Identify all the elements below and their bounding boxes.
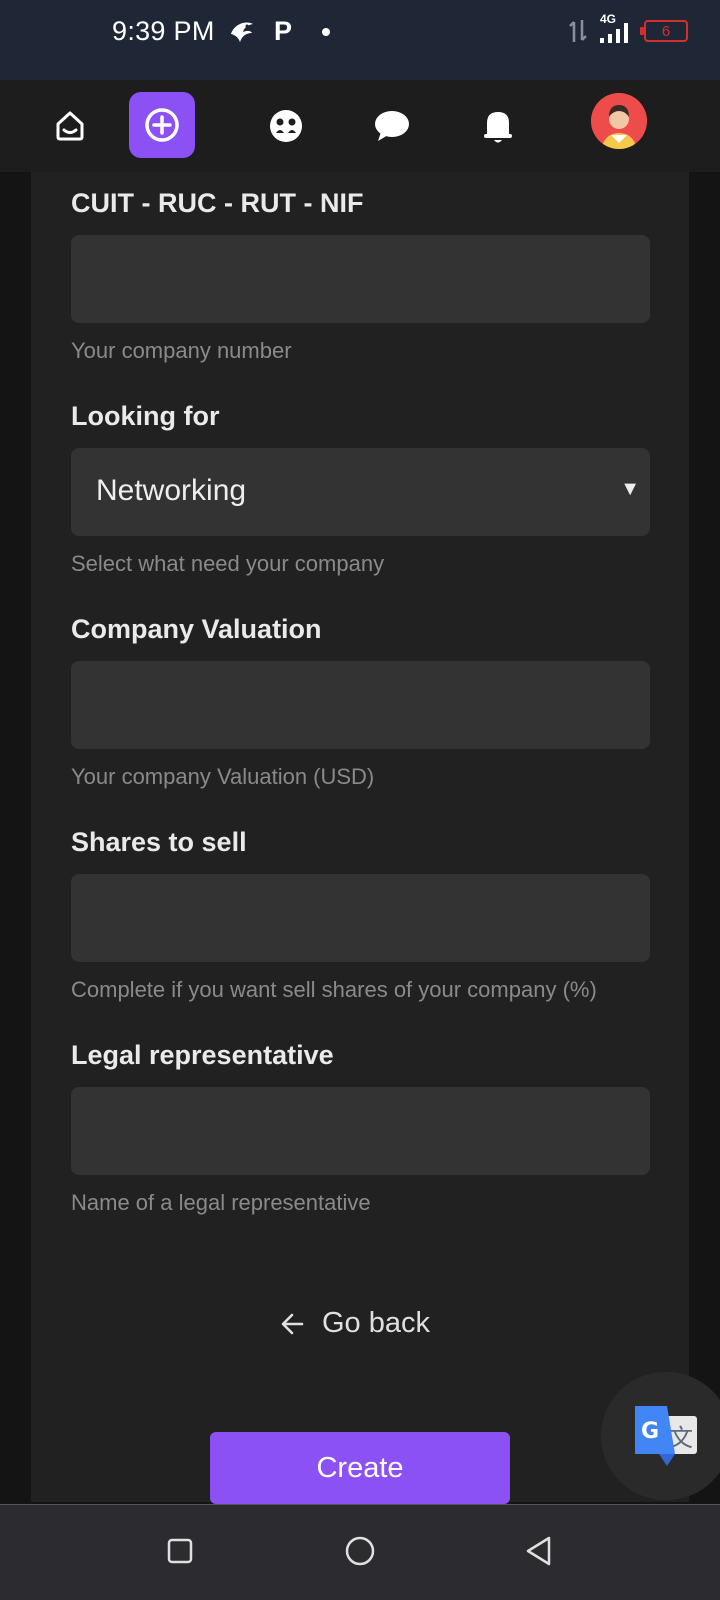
company-valuation-label: Company Valuation (71, 614, 322, 644)
home-icon (56, 111, 84, 141)
system-nav-bar (0, 1504, 720, 1600)
cuit-help: Your company number (71, 338, 292, 363)
svg-text:G: G (641, 1419, 659, 1444)
community-icon (270, 110, 302, 142)
legal-representative-help: Name of a legal representative (71, 1190, 371, 1215)
go-back-label: Go back (322, 1307, 430, 1339)
cuit-label: CUIT - RUC - RUT - NIF (71, 188, 364, 218)
google-translate-icon: 文 G (635, 1406, 697, 1466)
data-transfer-icon (569, 20, 587, 42)
p-app-icon: P (274, 16, 293, 46)
chat-icon (375, 111, 409, 141)
nav-create-button[interactable] (129, 92, 195, 158)
app-nav-bar (0, 80, 720, 172)
notification-dot (322, 27, 331, 36)
shares-to-sell-label: Shares to sell (71, 827, 247, 857)
legal-representative-label: Legal representative (71, 1040, 334, 1070)
home-icon[interactable] (344, 1535, 376, 1567)
chevron-down-icon: ▼ (620, 478, 640, 500)
google-translate-bubble[interactable]: 文 G (601, 1372, 720, 1500)
bell-icon (484, 112, 512, 143)
shares-to-sell-input[interactable] (71, 874, 650, 962)
status-notification-icons: P (228, 16, 331, 47)
add-circle-icon (145, 108, 179, 142)
looking-for-label: Looking for (71, 401, 220, 431)
user-avatar-icon (591, 93, 647, 149)
legal-representative-input[interactable] (71, 1087, 650, 1175)
nav-community[interactable] (266, 80, 306, 172)
signal-icon: 4G (598, 12, 634, 44)
battery-icon: 6 (640, 20, 688, 42)
status-bar: 9:39 PM P 4G 6 (0, 0, 720, 80)
company-valuation-help: Your company Valuation (USD) (71, 764, 375, 789)
nav-notifications[interactable] (478, 80, 518, 172)
back-icon[interactable] (524, 1535, 554, 1567)
nav-home[interactable] (48, 80, 92, 172)
shares-to-sell-help: Complete if you want sell shares of your… (71, 977, 597, 1002)
battery-level: 6 (661, 22, 671, 40)
looking-for-select[interactable]: Networking ▼ (71, 448, 650, 536)
bird-app-icon (231, 21, 253, 42)
looking-for-value: Networking (96, 474, 247, 507)
nav-chat[interactable] (372, 80, 412, 172)
arrow-left-icon (281, 1313, 304, 1334)
looking-for-help: Select what need your company (71, 551, 385, 576)
status-right-icons: 4G 6 (568, 12, 688, 44)
recents-icon[interactable] (166, 1537, 194, 1565)
avatar[interactable] (591, 93, 647, 149)
company-valuation-input[interactable] (71, 661, 650, 749)
cuit-input[interactable] (71, 235, 650, 323)
status-time: 9:39 PM (112, 16, 215, 46)
create-button[interactable]: Create (210, 1432, 510, 1504)
go-back-link[interactable]: Go back (280, 1307, 430, 1340)
